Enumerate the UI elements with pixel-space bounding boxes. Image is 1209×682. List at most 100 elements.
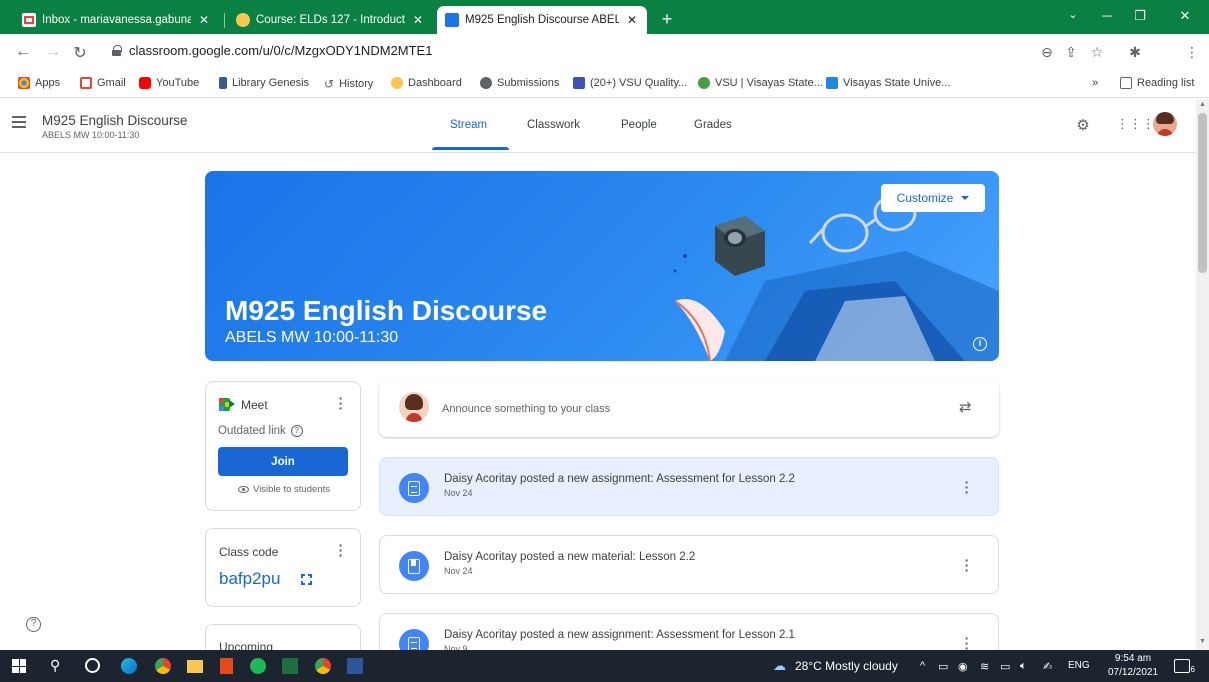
bookmark-vsu-visayas[interactable]: VSU | Visayas State... — [698, 77, 823, 89]
account-avatar[interactable] — [1153, 112, 1177, 136]
volume-icon[interactable]: 🔈︎ — [1020, 660, 1027, 673]
bookmark-apps[interactable]: Apps — [18, 77, 60, 89]
bookmark-history[interactable]: ↺ History — [324, 77, 373, 91]
menu-kebab-icon[interactable]: ⋮ — [1183, 44, 1201, 61]
cortana-icon[interactable] — [85, 658, 100, 673]
meet-card: Meet · · · Outdated link ? Join Visible to… — [205, 381, 361, 511]
extensions-icon[interactable]: ✱ — [1126, 44, 1144, 61]
minimize-icon[interactable]: ─ — [1094, 8, 1120, 23]
bookmark-library-genesis[interactable]: Library Genesis — [219, 77, 309, 89]
google-meet-icon — [219, 398, 235, 411]
tray-app-icon[interactable]: ▭ — [938, 660, 948, 673]
help-icon[interactable]: ? — [26, 617, 41, 632]
join-meet-button[interactable]: Join — [218, 447, 348, 476]
cube-icon — [715, 216, 765, 276]
post-title[interactable]: Daisy Acoritay posted a new assignment: … — [444, 629, 795, 641]
tab-grades[interactable]: Grades — [694, 119, 732, 131]
zoom-icon[interactable]: ⊖ — [1038, 44, 1056, 61]
tab-classwork[interactable]: Classwork — [527, 119, 580, 131]
new-tab-button[interactable]: + — [656, 9, 678, 30]
tray-security-icon[interactable]: ◉ — [958, 660, 968, 673]
post-options-icon[interactable]: · · · — [962, 631, 972, 653]
office-icon[interactable] — [220, 658, 233, 674]
class-name[interactable]: M925 English Discourse — [42, 113, 188, 128]
bookmark-gmail[interactable]: Gmail — [80, 77, 126, 89]
bookmark-submissions[interactable]: Submissions — [480, 77, 559, 89]
close-icon[interactable]: ✕ — [411, 13, 425, 27]
close-window-icon[interactable]: ✕ — [1172, 8, 1198, 24]
bookmark-youtube[interactable]: YouTube — [139, 77, 199, 89]
tab-stream[interactable]: Stream — [450, 119, 487, 131]
clock-time[interactable]: 9:54 am — [1110, 653, 1156, 664]
stream-post[interactable]: Daisy Acoritay posted a new assignment: … — [379, 457, 999, 516]
excel-icon[interactable] — [282, 658, 298, 674]
scroll-up-icon[interactable]: ▲ — [1199, 101, 1206, 108]
chrome-profile-icon[interactable] — [315, 658, 331, 674]
reload-icon[interactable]: ↻ — [69, 43, 91, 63]
fullscreen-icon[interactable] — [301, 574, 312, 585]
moodle-icon — [236, 13, 250, 27]
close-icon[interactable]: ✕ — [625, 13, 639, 27]
wifi-icon[interactable]: ≋ — [980, 660, 989, 673]
file-explorer-icon[interactable] — [187, 660, 203, 673]
announce-box[interactable]: Announce something to your class ⇄ — [379, 381, 999, 437]
main-menu-icon[interactable] — [12, 116, 26, 128]
language-indicator[interactable]: ENG — [1068, 660, 1090, 671]
post-date: Nov 24 — [444, 566, 473, 576]
reading-list-button[interactable]: Reading list — [1120, 77, 1194, 89]
reuse-post-icon[interactable]: ⇄ — [959, 398, 972, 416]
info-icon[interactable]: i — [973, 337, 987, 351]
close-icon[interactable]: ✕ — [197, 13, 211, 27]
scrollbar-thumb[interactable] — [1198, 113, 1207, 273]
edge-icon[interactable] — [121, 658, 137, 674]
post-title[interactable]: Daisy Acoritay posted a new material: Le… — [444, 551, 695, 563]
class-code-card: Class code · · · bafp2pu — [205, 528, 361, 607]
browser-tab-classroom[interactable]: M925 English Discourse ABELS M ✕ — [437, 6, 647, 34]
url-field[interactable]: classroom.google.com/u/0/c/MzgxODY1NDM2M… — [112, 43, 432, 58]
browser-tab-inbox[interactable]: Inbox - mariavanessa.gabunada@ ✕ — [14, 6, 219, 34]
meet-options-icon[interactable]: · · · — [336, 391, 346, 415]
youtube-icon — [139, 77, 151, 89]
tray-chevron-icon[interactable]: ^ — [920, 660, 925, 672]
stream-post[interactable]: Daisy Acoritay posted a new assignment: … — [379, 613, 999, 653]
bookmark-vsu-quality[interactable]: (20+) VSU Quality... — [573, 77, 687, 89]
browser-tab-course[interactable]: Course: ELDs 127 - Introduction t ✕ — [228, 6, 433, 34]
clock-date[interactable]: 07/12/2021 — [1106, 667, 1160, 678]
restore-icon[interactable]: ❐ — [1127, 8, 1153, 24]
class-code-options-icon[interactable]: · · · — [336, 538, 346, 562]
bookmark-star-icon[interactable]: ☆ — [1088, 44, 1106, 61]
spotify-icon[interactable] — [250, 658, 266, 674]
word-icon[interactable] — [347, 658, 363, 674]
back-icon[interactable]: ← — [12, 43, 34, 61]
forward-icon[interactable]: → — [42, 43, 64, 61]
tab-search-icon[interactable]: ⌄ — [1060, 8, 1086, 21]
chrome-icon[interactable] — [155, 658, 171, 674]
vsu-icon — [698, 77, 710, 89]
google-apps-icon[interactable]: ⋮⋮⋮ — [1116, 116, 1155, 132]
more-bookmarks-button[interactable]: » — [1092, 77, 1098, 89]
post-options-icon[interactable]: · · · — [962, 553, 972, 577]
bookmark-dashboard[interactable]: Dashboard — [391, 77, 462, 89]
customize-button[interactable]: Customize — [881, 184, 985, 212]
help-circle-icon[interactable]: ? — [290, 425, 303, 437]
bookmark-visayas-state-univ[interactable]: Visayas State Unive... — [826, 77, 950, 89]
tab-people[interactable]: People — [621, 119, 657, 131]
share-icon[interactable]: ⇪ — [1062, 44, 1080, 61]
post-options-icon[interactable]: · · · — [962, 475, 972, 499]
post-title[interactable]: Daisy Acoritay posted a new assignment: … — [444, 473, 795, 485]
announce-placeholder[interactable]: Announce something to your class — [442, 403, 610, 415]
weather-text[interactable]: 28°C Mostly cloudy — [795, 659, 898, 673]
notification-center-icon[interactable]: 6 — [1174, 659, 1195, 674]
scroll-down-icon[interactable]: ▼ — [1199, 638, 1206, 645]
windows-taskbar: ⚲ ☁ 28°C Mostly cloudy ^ ▭ ◉ ≋ ▭ 🔈︎ ✍︎ E… — [0, 650, 1209, 682]
pen-icon[interactable]: ✍︎ — [1043, 660, 1052, 673]
visibility-note: Visible to students — [220, 484, 348, 495]
stream-post[interactable]: Daisy Acoritay posted a new material: Le… — [379, 535, 999, 594]
search-icon[interactable]: ⚲ — [50, 657, 60, 674]
outdated-link-status: Outdated link ? — [218, 425, 303, 437]
notification-count: 6 — [1190, 665, 1195, 674]
vsu-quality-icon — [573, 77, 585, 89]
battery-icon[interactable]: ▭ — [1000, 660, 1010, 673]
settings-gear-icon[interactable]: ⚙ — [1073, 116, 1093, 134]
windows-start-icon[interactable] — [12, 659, 26, 673]
